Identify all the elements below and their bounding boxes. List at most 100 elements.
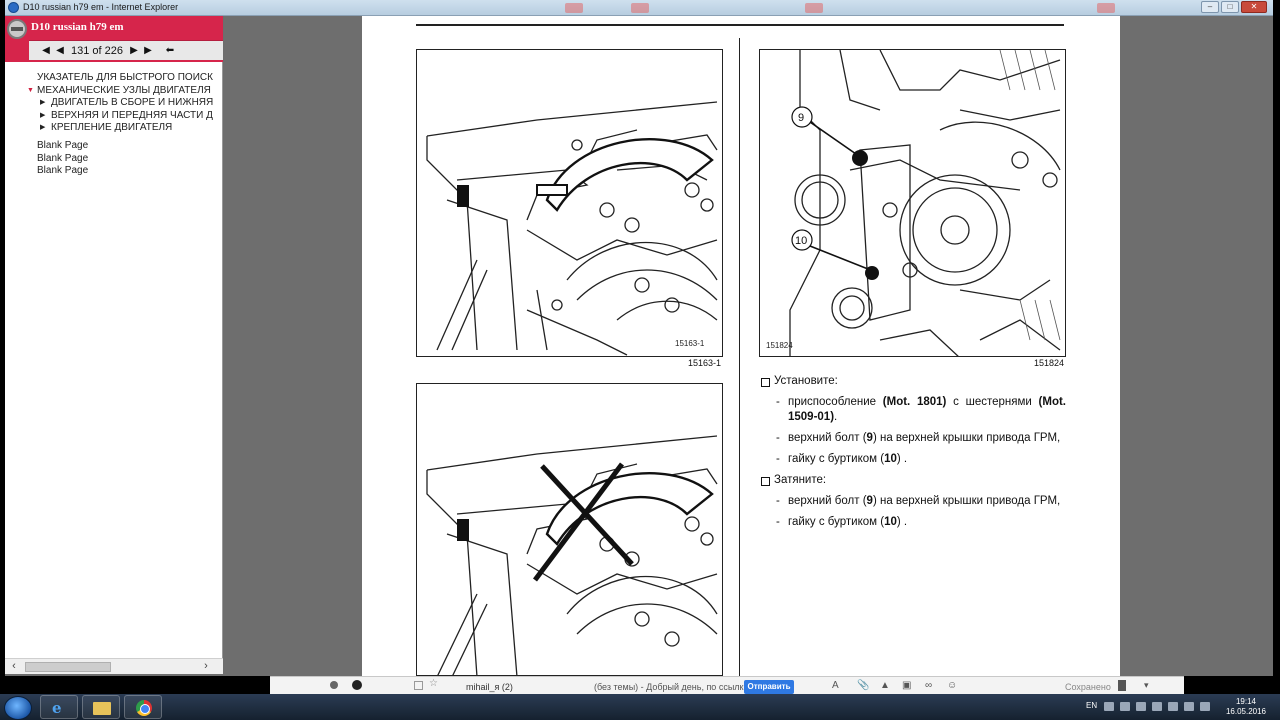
ie-window: D10 russian h79 em - Internet Explorer –… xyxy=(5,0,1273,678)
bookmark-tree: УКАЗАТЕЛЬ ДЛЯ БЫСТРОГО ПОИСК ▼ МЕХАНИЧЕСК… xyxy=(5,72,223,135)
mail-compose-bar: ☆ mihail_я (2) (без темы) - Добрый день,… xyxy=(270,676,1184,696)
clock[interactable]: 19:14 16.05.2016 xyxy=(1222,697,1270,717)
tree-item[interactable]: ▶ ВЕРХНЯЯ И ПЕРЕДНЯЯ ЧАСТИ Д xyxy=(5,110,223,123)
scroll-thumb[interactable] xyxy=(25,662,111,672)
taskbar-explorer-button[interactable] xyxy=(82,695,120,719)
instructions-block: Установите: приспособление (Mot. 1801) с… xyxy=(760,374,1066,536)
figure-inner-label: 151824 xyxy=(766,341,793,350)
figure-engine-block-gauge: 15163-1 xyxy=(416,49,723,357)
volume-icon[interactable] xyxy=(1184,702,1194,711)
next-page-icon[interactable]: ▶ xyxy=(127,43,141,59)
tree-item-label: ВЕРХНЯЯ И ПЕРЕДНЯЯ ЧАСТИ Д xyxy=(51,109,213,121)
timing-gear-drawing: 9 10 151824 xyxy=(766,50,1061,356)
figure-timing-gear: 9 10 151824 xyxy=(759,49,1066,357)
scroll-right-icon[interactable]: › xyxy=(199,660,213,674)
tray-icon[interactable] xyxy=(1152,702,1162,711)
taskbar-ie-button[interactable]: e xyxy=(40,695,78,719)
tighten-heading: Затяните: xyxy=(760,473,1066,488)
photo-icon[interactable]: ▣ xyxy=(902,680,911,691)
windows-taskbar: e EN 19:14 16.05.2016 xyxy=(0,694,1280,720)
flag-icon[interactable] xyxy=(1200,702,1210,711)
navigation-panel: D10 russian h79 em ◀︎ ◀ 131 of 226 ▶ ▶︎ … xyxy=(5,16,223,674)
blank-page-link[interactable]: Blank Page xyxy=(37,153,88,166)
column-divider xyxy=(739,38,740,678)
install-item: гайку с буртиком (10) . xyxy=(774,452,1066,467)
link-icon[interactable]: ∞ xyxy=(925,680,932,691)
collapsed-arrow-icon[interactable]: ▶ xyxy=(40,122,45,135)
figure-caption: 15163-1 xyxy=(688,358,722,368)
mail-sender[interactable]: mihail_я (2) xyxy=(466,682,513,692)
tree-item[interactable]: ▼ МЕХАНИЧЕСКИЕ УЗЛЫ ДВИГАТЕЛЯ xyxy=(5,85,223,98)
tighten-item: гайку с буртиком (10) . xyxy=(774,515,1066,530)
callout-10-label: 10 xyxy=(795,235,807,247)
document-view: 15163-1 15163-1 9 10 151824 151824 Устан… xyxy=(224,16,1273,678)
taskbar-chrome-button[interactable] xyxy=(124,695,162,719)
title-bar: D10 russian h79 em - Internet Explorer –… xyxy=(5,0,1273,16)
star-icon[interactable]: ☆ xyxy=(429,678,438,689)
install-item: верхний болт (9) на верхней крышки приво… xyxy=(774,431,1066,446)
more-options-icon[interactable]: ▾ xyxy=(1144,680,1149,691)
figure-caption: 151824 xyxy=(1034,358,1065,368)
person-icon[interactable] xyxy=(330,681,338,689)
install-item: приспособление (Mot. 1801) с шестернями … xyxy=(774,395,1066,425)
tree-item-label: УКАЗАТЕЛЬ ДЛЯ БЫСТРОГО ПОИСК xyxy=(37,72,213,83)
format-text-icon[interactable]: A xyxy=(832,680,839,691)
attach-icon[interactable]: 📎 xyxy=(857,680,869,691)
taskbar-preview-icon xyxy=(805,3,823,13)
window-controls: – □ ✕ xyxy=(1201,1,1267,13)
top-rule xyxy=(416,24,1064,26)
start-button[interactable] xyxy=(4,696,32,720)
clock-time: 19:14 xyxy=(1235,697,1257,706)
taskbar-preview-icon xyxy=(565,3,583,13)
window-title: D10 russian h79 em - Internet Explorer xyxy=(23,2,179,12)
tree-item[interactable]: УКАЗАТЕЛЬ ДЛЯ БЫСТРОГО ПОИСК xyxy=(5,72,223,85)
page-counter: 131 of 226 xyxy=(71,44,123,57)
expanded-arrow-icon[interactable]: ▼ xyxy=(27,85,34,98)
blank-page-link[interactable]: Blank Page xyxy=(37,140,88,153)
last-page-icon[interactable]: ▶︎ xyxy=(141,43,155,59)
close-button[interactable]: ✕ xyxy=(1241,1,1267,13)
horizontal-scrollbar[interactable]: ‹ › xyxy=(5,658,223,674)
trash-icon[interactable] xyxy=(1118,680,1126,691)
collapsed-arrow-icon[interactable]: ▶ xyxy=(40,97,45,110)
circle-icon[interactable] xyxy=(352,680,362,690)
ie-icon: e xyxy=(52,699,62,717)
document-header: D10 russian h79 em ◀︎ ◀ 131 of 226 ▶ ▶︎ … xyxy=(5,16,223,62)
network-icon[interactable] xyxy=(1168,702,1178,711)
blank-page-link[interactable]: Blank Page xyxy=(37,165,88,178)
drive-icon[interactable]: ▲ xyxy=(880,680,890,691)
prev-page-icon[interactable]: ◀ xyxy=(53,43,67,59)
language-indicator[interactable]: EN xyxy=(1086,701,1097,710)
back-icon[interactable]: ⬅ xyxy=(163,43,177,59)
engine-block-drawing-crossed xyxy=(426,435,718,675)
tree-item-label: КРЕПЛЕНИЕ ДВИГАТЕЛЯ xyxy=(51,122,173,133)
first-page-icon[interactable]: ◀︎ xyxy=(39,43,53,59)
tighten-item: верхний болт (9) на верхней крышки приво… xyxy=(774,494,1066,509)
clock-date: 16.05.2016 xyxy=(1225,707,1267,716)
tree-item[interactable]: ▶ КРЕПЛЕНИЕ ДВИГАТЕЛЯ xyxy=(5,122,223,135)
tray-icon[interactable] xyxy=(1120,702,1130,711)
tray-icon[interactable] xyxy=(1104,702,1114,711)
maximize-button[interactable]: □ xyxy=(1221,1,1239,13)
figure-inner-label: 15163-1 xyxy=(675,339,705,348)
tree-item-label: ДВИГАТЕЛЬ В СБОРЕ И НИЖНЯЯ xyxy=(51,97,214,108)
scroll-left-icon[interactable]: ‹ xyxy=(7,660,21,674)
blank-page-list: Blank Page Blank Page Blank Page xyxy=(37,140,88,178)
taskbar-preview-icon xyxy=(631,3,649,13)
folder-icon xyxy=(93,702,111,715)
taskbar-preview-icon xyxy=(1097,3,1115,13)
send-button[interactable]: Отправить xyxy=(744,680,794,694)
emoji-icon[interactable]: ☺ xyxy=(947,680,957,691)
minimize-button[interactable]: – xyxy=(1201,1,1219,13)
select-checkbox[interactable] xyxy=(414,681,423,690)
tree-item[interactable]: ▶ ДВИГАТЕЛЬ В СБОРЕ И НИЖНЯЯ xyxy=(5,97,223,110)
collapsed-arrow-icon[interactable]: ▶ xyxy=(40,110,45,123)
manual-page: 15163-1 15163-1 9 10 151824 151824 Устан… xyxy=(362,16,1120,678)
renault-logo-icon xyxy=(7,19,27,39)
ie-icon xyxy=(8,2,19,13)
document-title: D10 russian h79 em xyxy=(31,21,124,33)
saved-status: Сохранено xyxy=(1065,682,1111,692)
figure-incorrect-gauge-position xyxy=(416,383,723,676)
tray-icon[interactable] xyxy=(1136,702,1146,711)
engine-block-drawing: 15163-1 xyxy=(426,101,718,356)
